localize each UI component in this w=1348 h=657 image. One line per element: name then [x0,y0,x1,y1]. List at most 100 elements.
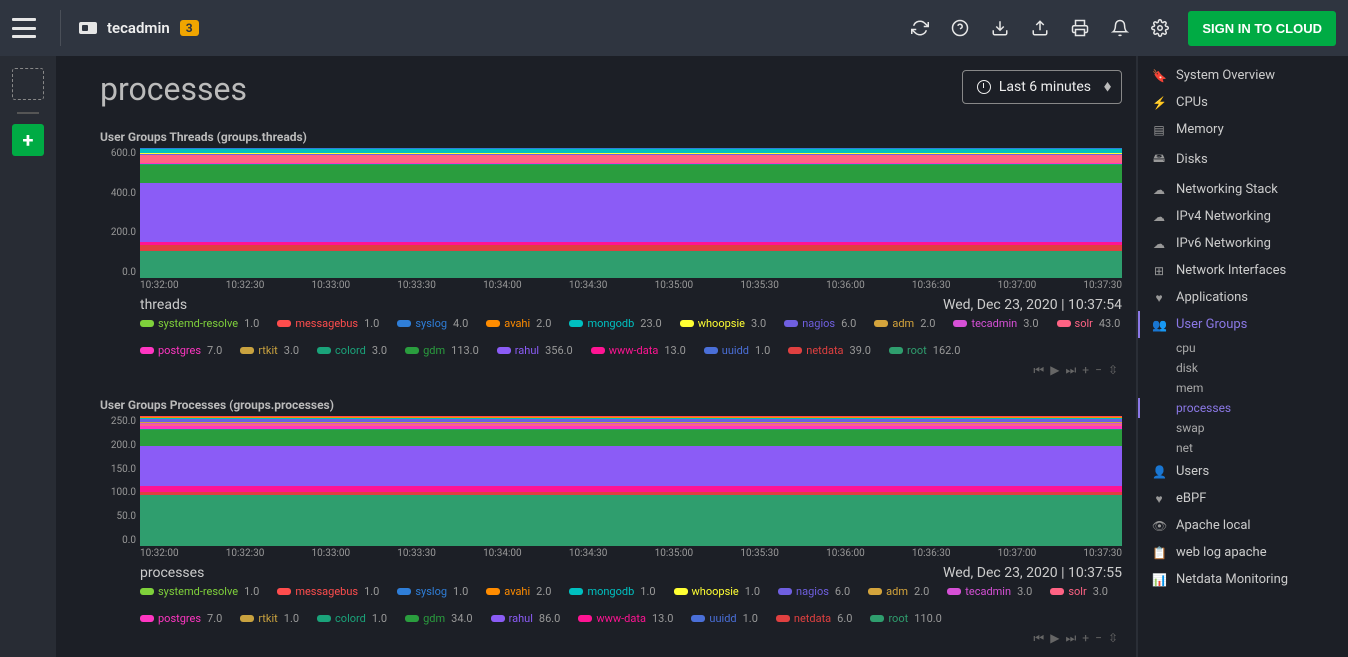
nav-item-networking-stack[interactable]: ☁Networking Stack [1138,176,1348,203]
legend-item-gdm[interactable]: gdm34.0 [405,612,472,625]
legend-item-gdm[interactable]: gdm113.0 [405,344,479,357]
nav-sub-net[interactable]: net [1138,438,1348,458]
chart-plot[interactable] [140,148,1122,278]
swatch [578,615,592,622]
upload-icon[interactable] [1020,8,1060,48]
nav-item-ebpf[interactable]: ♥eBPF [1138,485,1348,512]
chart-control-btn[interactable]: ▶ [1050,363,1059,378]
nav-label: Users [1176,464,1209,479]
legend-item-netdata[interactable]: netdata39.0 [788,344,871,357]
legend-item-avahi[interactable]: avahi2.0 [486,585,551,598]
legend-item-uuidd[interactable]: uuidd1.0 [691,612,757,625]
gear-icon[interactable] [1140,8,1180,48]
legend-item-whoopsie[interactable]: whoopsie1.0 [674,585,761,598]
nav-sub-disk[interactable]: disk [1138,358,1348,378]
legend-item-mongodb[interactable]: mongodb1.0 [569,585,655,598]
legend-item-uuidd[interactable]: uuidd1.0 [704,344,770,357]
chart-control-btn[interactable]: ⇳ [1108,363,1118,378]
legend-item-rahul[interactable]: rahul356.0 [497,344,573,357]
chart-control-btn[interactable]: − [1095,363,1102,378]
legend-item-postgres[interactable]: postgres7.0 [140,612,222,625]
node-name[interactable]: tecadmin [107,19,170,37]
nav-item-disks[interactable]: 🖴Disks [1138,143,1348,176]
legend-item-messagebus[interactable]: messagebus1.0 [277,317,379,330]
chart-control-btn[interactable]: ⏮ [1033,631,1044,646]
add-button[interactable]: + [12,124,44,156]
legend-item-mongodb[interactable]: mongodb23.0 [569,317,661,330]
legend-item-adm[interactable]: adm2.0 [874,317,935,330]
legend-item-messagebus[interactable]: messagebus1.0 [277,585,379,598]
refresh-icon[interactable] [900,8,940,48]
nav-item-users[interactable]: 👤Users [1138,458,1348,485]
chart-control-btn[interactable]: ⏭ [1065,363,1076,378]
chart-control-btn[interactable]: + [1082,363,1089,378]
help-icon[interactable] [940,8,980,48]
nav-sub-mem[interactable]: mem [1138,378,1348,398]
nav-item-web-log-apache[interactable]: 📋web log apache [1138,539,1348,566]
bell-icon[interactable] [1100,8,1140,48]
legend-item-rahul[interactable]: rahul86.0 [491,612,561,625]
chart-control-btn[interactable]: ⏮ [1033,363,1044,378]
legend-item-www-data[interactable]: www-data13.0 [591,344,686,357]
legend-item-syslog[interactable]: syslog1.0 [397,585,468,598]
legend-item-postgres[interactable]: postgres7.0 [140,344,222,357]
legend-item-syslog[interactable]: syslog4.0 [397,317,468,330]
legend-item-systemd-resolve[interactable]: systemd-resolve1.0 [140,585,259,598]
legend-value: 1.0 [364,585,379,598]
time-range-picker[interactable]: Last 6 minutes [962,70,1122,104]
nav-item-applications[interactable]: ♥Applications [1138,284,1348,311]
chart-control-btn[interactable]: + [1082,631,1089,646]
legend-name: uuidd [709,612,736,625]
nav-item-apache-local[interactable]: 👁Apache local [1138,512,1348,539]
nav-item-memory[interactable]: ▤Memory [1138,116,1348,143]
legend-item-rtkit[interactable]: rtkit3.0 [240,344,299,357]
chart-plot[interactable] [140,416,1122,546]
legend-item-systemd-resolve[interactable]: systemd-resolve1.0 [140,317,259,330]
legend-item-avahi[interactable]: avahi2.0 [486,317,551,330]
nav-label: Network Interfaces [1176,263,1286,278]
sign-in-button[interactable]: SIGN IN TO CLOUD [1188,11,1336,46]
legend-item-rtkit[interactable]: rtkit1.0 [240,612,299,625]
chart-unit: processes [140,565,204,581]
legend-name: tecadmin [971,317,1017,330]
print-icon[interactable] [1060,8,1100,48]
legend-item-colord[interactable]: colord1.0 [317,612,387,625]
swatch [674,588,688,595]
nav-item-ipv6-networking[interactable]: ☁IPv6 Networking [1138,230,1348,257]
legend-item-colord[interactable]: colord3.0 [317,344,387,357]
nav-item-system-overview[interactable]: 🔖System Overview [1138,62,1348,89]
legend-name: www-data [596,612,646,625]
nav-sub-processes[interactable]: processes [1138,398,1348,418]
chart-control-btn[interactable]: ⇳ [1108,631,1118,646]
legend-item-root[interactable]: root110.0 [870,612,941,625]
nav-item-ipv4-networking[interactable]: ☁IPv4 Networking [1138,203,1348,230]
legend-item-tecadmin[interactable]: tecadmin3.0 [947,585,1032,598]
legend-item-whoopsie[interactable]: whoopsie3.0 [680,317,767,330]
download-icon[interactable] [980,8,1020,48]
nav-item-netdata-monitoring[interactable]: 📊Netdata Monitoring [1138,566,1348,593]
chart-control-btn[interactable]: − [1095,631,1102,646]
legend-item-tecadmin[interactable]: tecadmin3.0 [953,317,1038,330]
legend-item-netdata[interactable]: netdata6.0 [776,612,853,625]
nav-item-network-interfaces[interactable]: ⊞Network Interfaces [1138,257,1348,284]
hamburger-menu-icon[interactable] [12,18,36,38]
alerts-badge[interactable]: 3 [180,20,199,36]
legend-item-adm[interactable]: adm2.0 [868,585,929,598]
legend-value: 39.0 [850,344,871,357]
nav-item-user-groups[interactable]: 👥User Groups [1138,311,1348,338]
nav-sub-swap[interactable]: swap [1138,418,1348,438]
legend-item-solr[interactable]: solr43.0 [1057,317,1121,330]
nav-sub-cpu[interactable]: cpu [1138,338,1348,358]
legend-item-nagios[interactable]: nagios6.0 [784,317,856,330]
legend-item-root[interactable]: root162.0 [889,344,960,357]
legend-item-nagios[interactable]: nagios6.0 [778,585,850,598]
space-placeholder[interactable] [12,68,44,100]
legend-item-solr[interactable]: solr3.0 [1050,585,1108,598]
nav-item-cpus[interactable]: ⚡CPUs [1138,89,1348,116]
chart-control-btn[interactable]: ▶ [1050,631,1059,646]
legend-item-www-data[interactable]: www-data13.0 [578,612,673,625]
swatch [405,615,419,622]
chart-control-btn[interactable]: ⏭ [1065,631,1076,646]
swatch [874,320,888,327]
legend-name: colord [335,612,366,625]
